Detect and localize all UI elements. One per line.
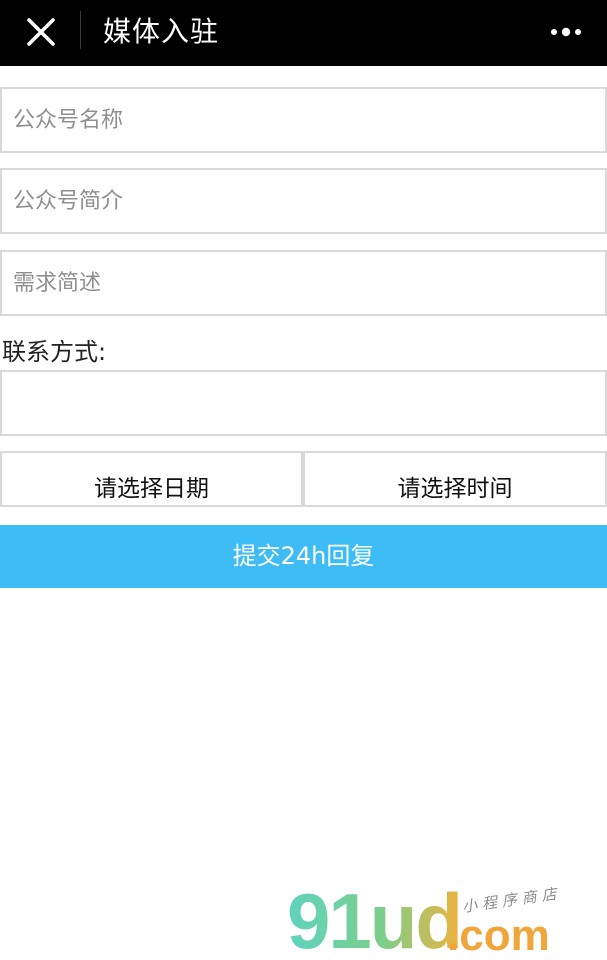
requirement-field xyxy=(0,250,607,316)
watermark-suffix: .com xyxy=(447,911,550,956)
date-picker-label: 请选择日期 xyxy=(94,476,209,502)
submit-button-label: 提交24h回复 xyxy=(232,542,375,570)
more-icon[interactable] xyxy=(547,18,585,46)
submit-button[interactable]: 提交24h回复 xyxy=(0,525,607,588)
time-picker[interactable]: 请选择时间 xyxy=(303,451,607,507)
account-intro-field xyxy=(0,168,607,234)
contact-input[interactable] xyxy=(2,372,605,434)
requirement-input[interactable] xyxy=(2,252,605,314)
nav-bar: 媒体入驻 xyxy=(0,0,607,66)
page-title: 媒体入驻 xyxy=(103,15,220,48)
watermark-brand: 91ud xyxy=(287,884,461,956)
contact-label: 联系方式: xyxy=(2,338,107,366)
close-icon[interactable] xyxy=(22,13,60,51)
time-picker-label: 请选择时间 xyxy=(397,476,513,502)
contact-field xyxy=(0,370,607,436)
account-name-input[interactable] xyxy=(2,89,605,151)
account-name-field xyxy=(0,87,607,153)
account-intro-input[interactable] xyxy=(2,170,605,232)
date-picker[interactable]: 请选择日期 xyxy=(0,451,303,507)
nav-divider xyxy=(80,11,81,49)
watermark-logo: 91ud .com 小程序商店 xyxy=(287,884,587,956)
picker-row: 请选择日期 请选择时间 xyxy=(0,451,607,507)
